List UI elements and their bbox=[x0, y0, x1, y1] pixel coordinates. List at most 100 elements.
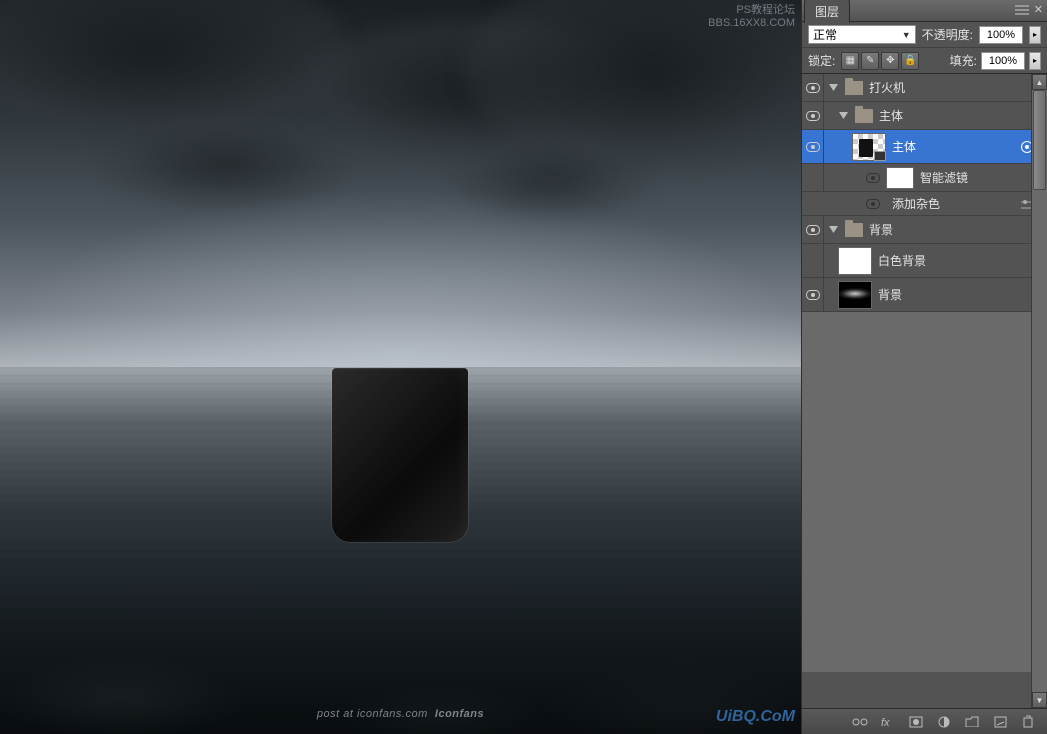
layer-row-group-bg[interactable]: 背景 bbox=[802, 216, 1047, 244]
panel-footer: fx bbox=[802, 708, 1047, 734]
credit-brand: Iconfans bbox=[435, 708, 484, 720]
eye-icon bbox=[806, 290, 820, 300]
fill-input[interactable]: 100% bbox=[981, 52, 1025, 70]
new-layer-icon[interactable] bbox=[991, 714, 1009, 730]
blend-mode-select[interactable]: 正常 ▼ bbox=[808, 25, 916, 44]
opacity-label: 不透明度: bbox=[922, 26, 973, 43]
blend-mode-value: 正常 bbox=[813, 26, 837, 43]
lock-all-icon[interactable]: 🔒 bbox=[901, 52, 919, 70]
watermark-line2: BBS.16XX8.COM bbox=[708, 17, 795, 30]
layer-row-bg[interactable]: 背景 bbox=[802, 278, 1047, 312]
layer-content: 打火机 bbox=[824, 74, 1047, 101]
layer-thumbnail[interactable] bbox=[838, 281, 872, 309]
layer-name: 打火机 bbox=[869, 79, 905, 96]
cloud bbox=[451, 140, 651, 220]
layer-mask-icon[interactable] bbox=[907, 714, 925, 730]
layer-thumbnail[interactable] bbox=[838, 247, 872, 275]
scroll-up-button[interactable]: ▲ bbox=[1032, 74, 1047, 90]
app-root: post at iconfans.com Iconfans PS教程论坛 BBS… bbox=[0, 0, 1047, 734]
lighter-body-object bbox=[332, 368, 468, 542]
visibility-spacer bbox=[802, 164, 824, 191]
chevron-down-icon: ▼ bbox=[902, 30, 911, 40]
eye-icon bbox=[806, 111, 820, 121]
filter-item-noise[interactable]: 添加杂色 bbox=[802, 192, 1047, 216]
layers-list: 打火机 主体 bbox=[802, 74, 1047, 708]
smart-filters-label: 智能滤镜 bbox=[920, 169, 968, 186]
lock-pixels-icon[interactable]: ✎ bbox=[861, 52, 879, 70]
layer-content: 白色背景 bbox=[824, 244, 1047, 277]
layer-row-group-body[interactable]: 主体 bbox=[802, 102, 1047, 130]
sky-bg bbox=[0, 0, 801, 367]
scroll-track[interactable] bbox=[1032, 90, 1047, 692]
eye-icon bbox=[806, 142, 820, 152]
filter-name: 添加杂色 bbox=[892, 195, 940, 212]
visibility-toggle[interactable] bbox=[802, 130, 824, 163]
scroll-down-button[interactable]: ▼ bbox=[1032, 692, 1047, 708]
smart-filters-row[interactable]: 智能滤镜 bbox=[802, 164, 1047, 192]
lock-transparency-icon[interactable]: ▦ bbox=[841, 52, 859, 70]
opacity-input[interactable]: 100% bbox=[979, 26, 1023, 44]
adjustment-layer-icon[interactable] bbox=[935, 714, 953, 730]
opacity-stepper[interactable]: ▸ bbox=[1029, 26, 1041, 44]
layers-empty-space bbox=[802, 312, 1047, 672]
layer-name: 背景 bbox=[869, 221, 893, 238]
eye-icon[interactable] bbox=[866, 173, 880, 183]
eye-icon bbox=[806, 83, 820, 93]
layer-row-white-bg[interactable]: 白色背景 bbox=[802, 244, 1047, 278]
lock-label: 锁定: bbox=[808, 52, 835, 69]
folder-icon bbox=[845, 81, 863, 95]
layer-content: 背景 bbox=[824, 216, 1047, 243]
lock-position-icon[interactable]: ✥ bbox=[881, 52, 899, 70]
visibility-toggle[interactable] bbox=[802, 102, 824, 129]
smart-object-badge-icon bbox=[874, 151, 886, 161]
visibility-toggle[interactable] bbox=[802, 216, 824, 243]
eye-icon[interactable] bbox=[866, 199, 880, 209]
cloud bbox=[100, 120, 350, 210]
layers-inner: 打火机 主体 bbox=[802, 74, 1047, 672]
thumbnail-shape bbox=[859, 139, 873, 157]
credit-site: iconfans.com bbox=[357, 708, 428, 720]
visibility-toggle[interactable] bbox=[802, 74, 824, 101]
layer-content: 背景 bbox=[824, 278, 1047, 311]
lock-icons-group: ▦ ✎ ✥ 🔒 bbox=[841, 52, 919, 70]
watermark-top: PS教程论坛 BBS.16XX8.COM bbox=[708, 4, 795, 30]
credit-text: post at iconfans.com Iconfans bbox=[317, 708, 484, 720]
disclosure-triangle-icon[interactable] bbox=[838, 110, 849, 121]
blend-opacity-row: 正常 ▼ 不透明度: 100% ▸ bbox=[802, 22, 1047, 48]
scrollbar: ▲ ▼ bbox=[1031, 74, 1047, 708]
panel-tab-bar: 图层 ✕ bbox=[802, 0, 1047, 22]
panel-close-icon[interactable]: ✕ bbox=[1034, 3, 1043, 16]
layer-name: 白色背景 bbox=[878, 252, 926, 269]
delete-layer-icon[interactable] bbox=[1019, 714, 1037, 730]
fill-label: 填充: bbox=[950, 52, 977, 69]
layer-name: 背景 bbox=[878, 286, 902, 303]
visibility-toggle[interactable] bbox=[802, 244, 824, 277]
canvas-area: post at iconfans.com Iconfans PS教程论坛 BBS… bbox=[0, 0, 801, 734]
visibility-toggle[interactable] bbox=[802, 278, 824, 311]
svg-text:fx: fx bbox=[881, 717, 890, 729]
layer-row-body-selected[interactable]: 主体 bbox=[802, 130, 1047, 164]
filter-mask-thumbnail[interactable] bbox=[886, 167, 914, 189]
layers-panel: 图层 ✕ 正常 ▼ 不透明度: 100% ▸ 锁定: ▦ ✎ ✥ 🔒 bbox=[801, 0, 1047, 734]
panel-menu-icon[interactable] bbox=[1015, 5, 1029, 15]
layer-name: 主体 bbox=[892, 138, 916, 155]
disclosure-triangle-icon[interactable] bbox=[828, 82, 839, 93]
layer-style-icon[interactable]: fx bbox=[879, 714, 897, 730]
folder-icon bbox=[845, 223, 863, 237]
tab-layers[interactable]: 图层 bbox=[804, 0, 850, 23]
new-group-icon[interactable] bbox=[963, 714, 981, 730]
rocks bbox=[0, 554, 801, 734]
watermark-line1: PS教程论坛 bbox=[708, 4, 795, 17]
fill-stepper[interactable]: ▸ bbox=[1029, 52, 1041, 70]
cloud bbox=[0, 0, 350, 140]
credit-prefix: post at bbox=[317, 708, 357, 720]
scroll-thumb[interactable] bbox=[1033, 90, 1046, 190]
eye-icon bbox=[806, 225, 820, 235]
folder-icon bbox=[855, 109, 873, 123]
layer-content: 主体 bbox=[824, 102, 1047, 129]
lock-fill-row: 锁定: ▦ ✎ ✥ 🔒 填充: 100% ▸ bbox=[802, 48, 1047, 74]
disclosure-triangle-icon[interactable] bbox=[828, 224, 839, 235]
link-layers-icon[interactable] bbox=[851, 714, 869, 730]
layer-row-group-lighter[interactable]: 打火机 bbox=[802, 74, 1047, 102]
layer-thumbnail[interactable] bbox=[852, 133, 886, 161]
